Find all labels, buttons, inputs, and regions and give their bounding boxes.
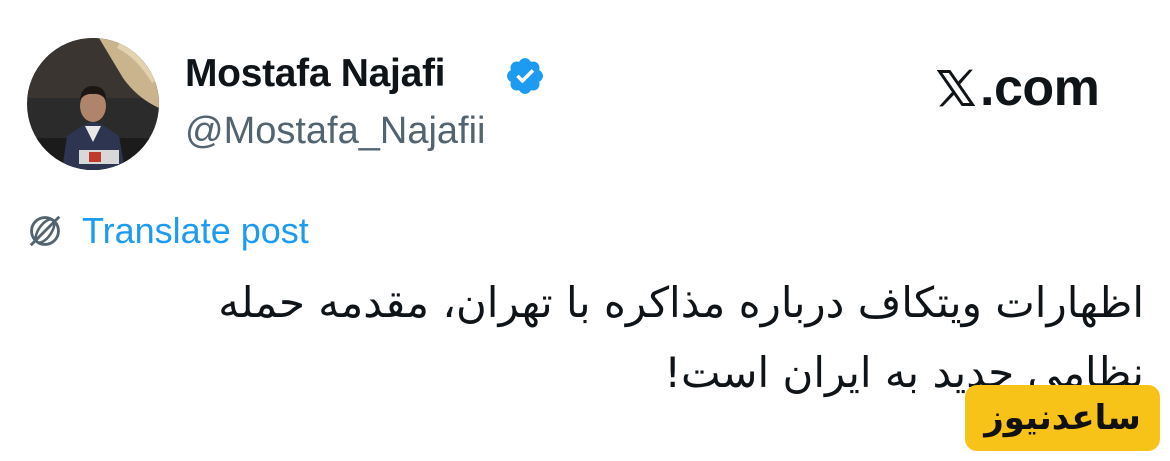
site-domain-text: .com — [980, 59, 1100, 117]
verified-badge-icon — [507, 58, 543, 94]
avatar-photo — [27, 38, 159, 170]
author-avatar[interactable] — [27, 38, 159, 170]
author-handle[interactable]: @Mostafa_Najafii — [185, 110, 485, 153]
watermark-badge: ساعدنیوز — [965, 385, 1160, 451]
watermark-text: ساعدنیوز — [984, 398, 1141, 438]
author-display-name[interactable]: Mostafa Najafi — [185, 52, 446, 96]
globe-translate-icon — [29, 215, 61, 247]
translate-post-link[interactable]: Translate post — [26, 210, 309, 252]
site-logo: .com — [934, 59, 1100, 117]
x-logo-icon — [936, 69, 976, 107]
post-text-line: اظهارات ویتکاف درباره مذاکره با تهران، م… — [218, 278, 1144, 327]
translate-post-label[interactable]: Translate post — [82, 210, 309, 252]
